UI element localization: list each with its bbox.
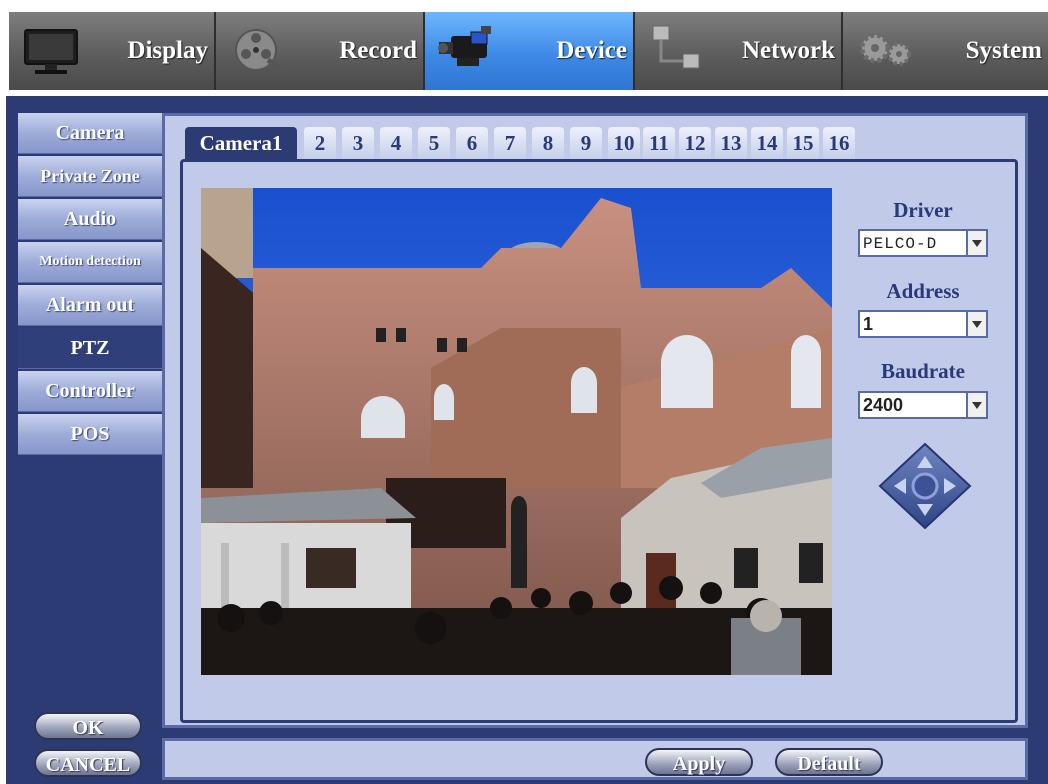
monitor-icon — [24, 29, 78, 74]
address-select[interactable]: 1 — [858, 310, 988, 338]
chevron-down-icon[interactable] — [966, 231, 986, 255]
driver-select[interactable]: PELCO-D — [858, 229, 988, 257]
top-tab-label: Record — [339, 37, 417, 64]
top-menu-bar: Display Record Device Network System — [0, 0, 1048, 96]
tab-camera-11[interactable]: 11 — [643, 127, 675, 159]
baudrate-select[interactable]: 2400 — [858, 391, 988, 419]
tab-camera-6[interactable]: 6 — [456, 127, 488, 159]
default-button[interactable]: Default — [775, 748, 883, 776]
side-menu-audio[interactable]: Audio — [18, 199, 162, 240]
apply-button[interactable]: Apply — [645, 748, 753, 776]
driver-label: Driver — [893, 198, 953, 222]
top-tab-label: Network — [741, 37, 835, 64]
side-menu-camera[interactable]: Camera — [18, 113, 162, 154]
baudrate-select-value: 2400 — [863, 395, 904, 415]
top-tab-system[interactable]: System — [843, 12, 1048, 90]
tab-camera-4[interactable]: 4 — [380, 127, 412, 159]
baudrate-label: Baudrate — [881, 359, 965, 383]
top-tab-label: System — [965, 37, 1042, 64]
gears-icon — [859, 32, 911, 66]
side-menu-controller[interactable]: Controller — [18, 371, 162, 412]
tab-camera-12[interactable]: 12 — [679, 127, 711, 159]
address-select-value: 1 — [863, 314, 874, 334]
side-menu-alarm-out[interactable]: Alarm out — [18, 285, 162, 326]
tab-camera-15[interactable]: 15 — [787, 127, 819, 159]
tab-camera-3[interactable]: 3 — [342, 127, 374, 159]
bottom-button-bar — [162, 738, 1028, 780]
tab-camera-7[interactable]: 7 — [494, 127, 526, 159]
tab-camera-16[interactable]: 16 — [823, 127, 855, 159]
side-menu: Camera Private Zone Audio Motion detecti… — [18, 113, 162, 457]
network-icon — [652, 25, 700, 69]
address-label: Address — [886, 279, 960, 303]
side-menu-ptz[interactable]: PTZ — [18, 328, 162, 369]
side-menu-private-zone[interactable]: Private Zone — [18, 156, 162, 197]
ptz-direction-pad-icon[interactable] — [878, 442, 972, 530]
top-tab-device[interactable]: Device — [425, 12, 635, 90]
tab-camera1[interactable]: Camera1 — [185, 127, 297, 159]
tab-camera-5[interactable]: 5 — [418, 127, 450, 159]
tab-camera-2[interactable]: 2 — [304, 127, 336, 159]
top-tab-label: Device — [556, 37, 627, 64]
ok-button[interactable]: OK — [34, 712, 142, 740]
tab-camera-10[interactable]: 10 — [608, 127, 640, 159]
side-menu-motion-detection[interactable]: Motion detection — [18, 242, 162, 283]
chevron-down-icon[interactable] — [966, 393, 986, 417]
chevron-down-icon[interactable] — [966, 312, 986, 336]
cancel-button[interactable]: CANCEL — [34, 749, 142, 777]
film-reel-icon — [235, 29, 288, 75]
side-menu-pos[interactable]: POS — [18, 414, 162, 455]
driver-select-value: PELCO-D — [863, 235, 938, 253]
top-tab-display[interactable]: Display — [9, 12, 216, 90]
camera-preview-image — [201, 188, 832, 675]
top-tab-network[interactable]: Network — [635, 12, 843, 90]
tab-camera-14[interactable]: 14 — [751, 127, 783, 159]
tab-camera-8[interactable]: 8 — [532, 127, 564, 159]
top-tab-label: Display — [127, 37, 208, 64]
camcorder-icon — [438, 26, 491, 66]
tab-camera-13[interactable]: 13 — [715, 127, 747, 159]
top-tab-record[interactable]: Record — [216, 12, 425, 90]
tab-camera-9[interactable]: 9 — [570, 127, 602, 159]
